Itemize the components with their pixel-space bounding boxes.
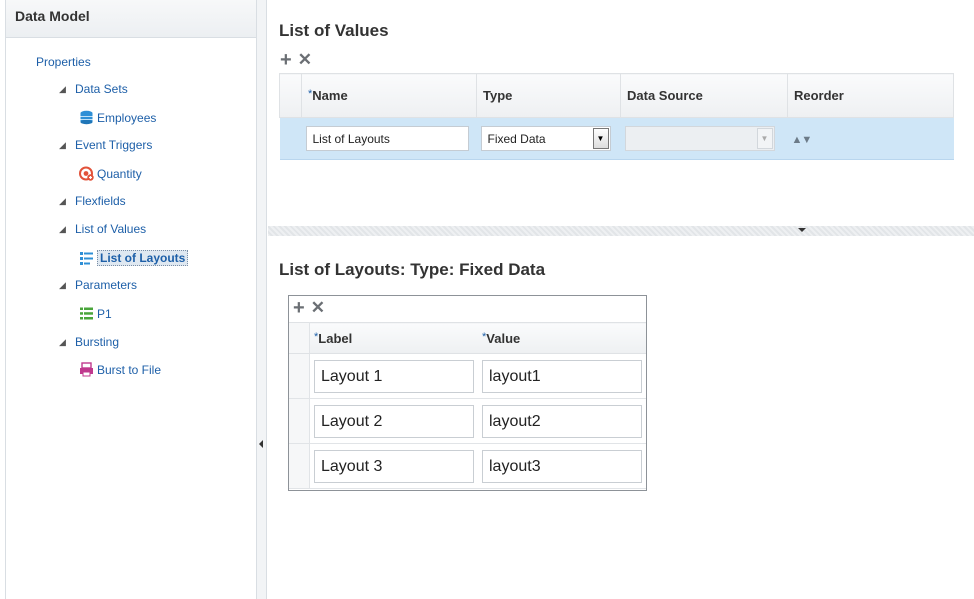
expand-icon[interactable]: ◢ [59,196,67,207]
tree-item-bursting[interactable]: ◢ Bursting [59,335,119,349]
tree-item-properties[interactable]: Properties [36,55,91,69]
table-row[interactable]: Layout 2 layout2 [289,398,646,444]
column-header-label: Name [312,88,348,103]
tree-item-label: Flexfields [75,194,126,208]
label-cell: Layout 1 [309,353,478,399]
data-source-cell: ▼ [620,117,788,160]
dropdown-arrow-icon[interactable]: ▼ [592,128,609,149]
table-row[interactable]: Layout 3 layout3 [289,443,646,489]
tree-item-label: Properties [36,55,91,69]
tree-item-flexfields[interactable]: ◢ Flexfields [59,194,126,208]
value-input[interactable]: layout3 [482,449,642,483]
expand-icon[interactable]: ◢ [59,337,67,348]
column-header-reorder: Reorder [787,73,954,118]
list-of-values-icon [79,251,94,266]
value-cell: layout2 [478,398,646,444]
row-header-cell[interactable] [289,443,310,489]
label-input[interactable]: Layout 3 [314,449,474,483]
value-cell: layout1 [478,353,646,399]
event-trigger-icon [79,166,94,181]
tree-item-label: Parameters [75,278,138,292]
column-header-label: Type [483,88,513,103]
type-select-value: Fixed Data [487,131,546,146]
lov-title: List of Values [279,21,389,40]
value-input[interactable]: layout1 [482,359,642,393]
lov-table: *Name Type Data Source Reorder List of L… [279,73,954,160]
column-header-text: Value [486,330,521,346]
tree-item-label: Quantity [97,166,142,181]
name-input[interactable]: List of Layouts [305,126,469,151]
tree-item-label: Event Triggers [75,138,153,152]
tree-item-label: Data Sets [75,82,128,96]
column-header-value[interactable]: *Value [478,322,646,354]
database-icon [79,110,94,125]
column-header-label: Reorder [794,88,844,103]
delete-icon[interactable]: ✕ [311,299,325,317]
type-cell: Fixed Data ▼ [476,117,621,160]
data-source-select: ▼ [624,126,775,151]
expand-icon[interactable]: ◢ [59,140,67,151]
tree-item-burst-to-file[interactable]: Burst to File [79,362,161,377]
column-header-label[interactable]: *Label [309,322,478,354]
value-cell: layout3 [478,443,646,489]
panel-splitter[interactable] [257,0,267,599]
name-cell: List of Layouts [301,117,477,160]
column-header-type[interactable]: Type [476,73,621,118]
collapse-down-icon[interactable] [798,228,806,232]
label-cell: Layout 2 [309,398,478,444]
tree-item-label: Bursting [75,335,120,349]
burst-printer-icon [79,362,94,377]
tree-item-p1[interactable]: P1 [79,306,112,321]
fixed-data-table: *Label *Value Layout 1 layout1 Layout 2 … [289,322,646,489]
row-header-cell[interactable] [289,353,310,399]
tree-item-label: Burst to File [97,362,162,377]
tree-item-label: List of Values [75,222,147,236]
row-header-cell [279,73,302,118]
column-header-name[interactable]: *Name [301,73,477,118]
column-header-text: Label [318,330,353,346]
value-input[interactable]: layout2 [482,404,642,438]
collapse-left-icon[interactable] [259,440,263,448]
expand-icon[interactable]: ◢ [59,280,67,291]
expand-icon[interactable]: ◢ [59,224,67,235]
tree-item-label: List of Layouts [97,250,189,266]
lov-toolbar: + ✕ [280,50,312,70]
label-cell: Layout 3 [309,443,478,489]
tree-item-list-of-layouts[interactable]: List of Layouts [79,250,189,266]
delete-icon[interactable]: ✕ [298,51,312,69]
tree-item-list-of-values[interactable]: ◢ List of Values [59,222,146,236]
row-header-cell[interactable] [289,398,310,444]
table-row[interactable]: List of Layouts Fixed Data ▼ ▼ ▲▼ [279,117,954,160]
add-icon[interactable]: + [280,50,292,70]
fixed-data-toolbar: + ✕ [293,298,325,318]
tree-item-label: P1 [97,306,112,321]
data-model-panel: Data Model Properties ◢ Data Sets Employ… [5,0,257,599]
tree-item-event-triggers[interactable]: ◢ Event Triggers [59,138,152,152]
tree-item-label: Employees [97,110,157,125]
column-header-label: Data Source [627,88,703,103]
fixed-data-panel: + ✕ *Label *Value Layout 1 layout1 Layou… [288,295,647,491]
reorder-arrows-icon[interactable]: ▲▼ [792,134,813,146]
reorder-cell: ▲▼ [787,117,954,160]
tree-item-data-sets[interactable]: ◢ Data Sets [59,82,128,96]
add-icon[interactable]: + [293,298,305,318]
column-header-data-source[interactable]: Data Source [620,73,788,118]
tree-item-quantity[interactable]: Quantity [79,166,142,181]
parameter-icon [79,306,94,321]
table-row[interactable]: Layout 1 layout1 [289,353,646,399]
type-select[interactable]: Fixed Data ▼ [480,126,611,151]
panel-title: Data Model [6,0,256,38]
label-input[interactable]: Layout 1 [314,359,474,393]
row-header-cell [289,322,310,354]
tree-item-parameters[interactable]: ◢ Parameters [59,278,137,292]
expand-icon[interactable]: ◢ [59,84,67,95]
label-input[interactable]: Layout 2 [314,404,474,438]
dropdown-arrow-icon: ▼ [756,128,773,149]
tree-item-employees[interactable]: Employees [79,110,156,125]
row-header-cell[interactable] [279,117,302,160]
pane-divider[interactable] [268,226,974,236]
fixed-data-title: List of Layouts: Type: Fixed Data [279,260,546,279]
table-header-row: *Label *Value [289,322,646,354]
table-header-row: *Name Type Data Source Reorder [279,73,954,118]
